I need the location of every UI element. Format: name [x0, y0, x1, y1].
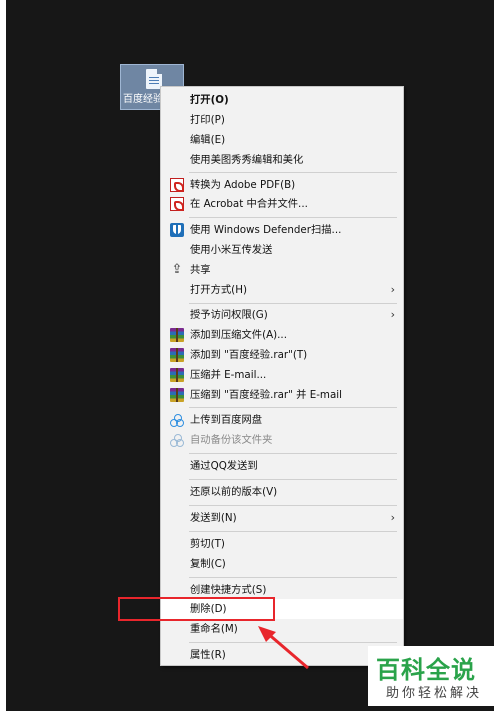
annotation-arrow — [258, 626, 309, 670]
watermark-subtitle: 助你轻松解决 — [386, 686, 483, 701]
arrow-shaft — [265, 630, 309, 670]
watermark-title: 百科全说 — [376, 656, 476, 684]
site-watermark: 百科全说 助你轻松解决 — [368, 646, 494, 706]
